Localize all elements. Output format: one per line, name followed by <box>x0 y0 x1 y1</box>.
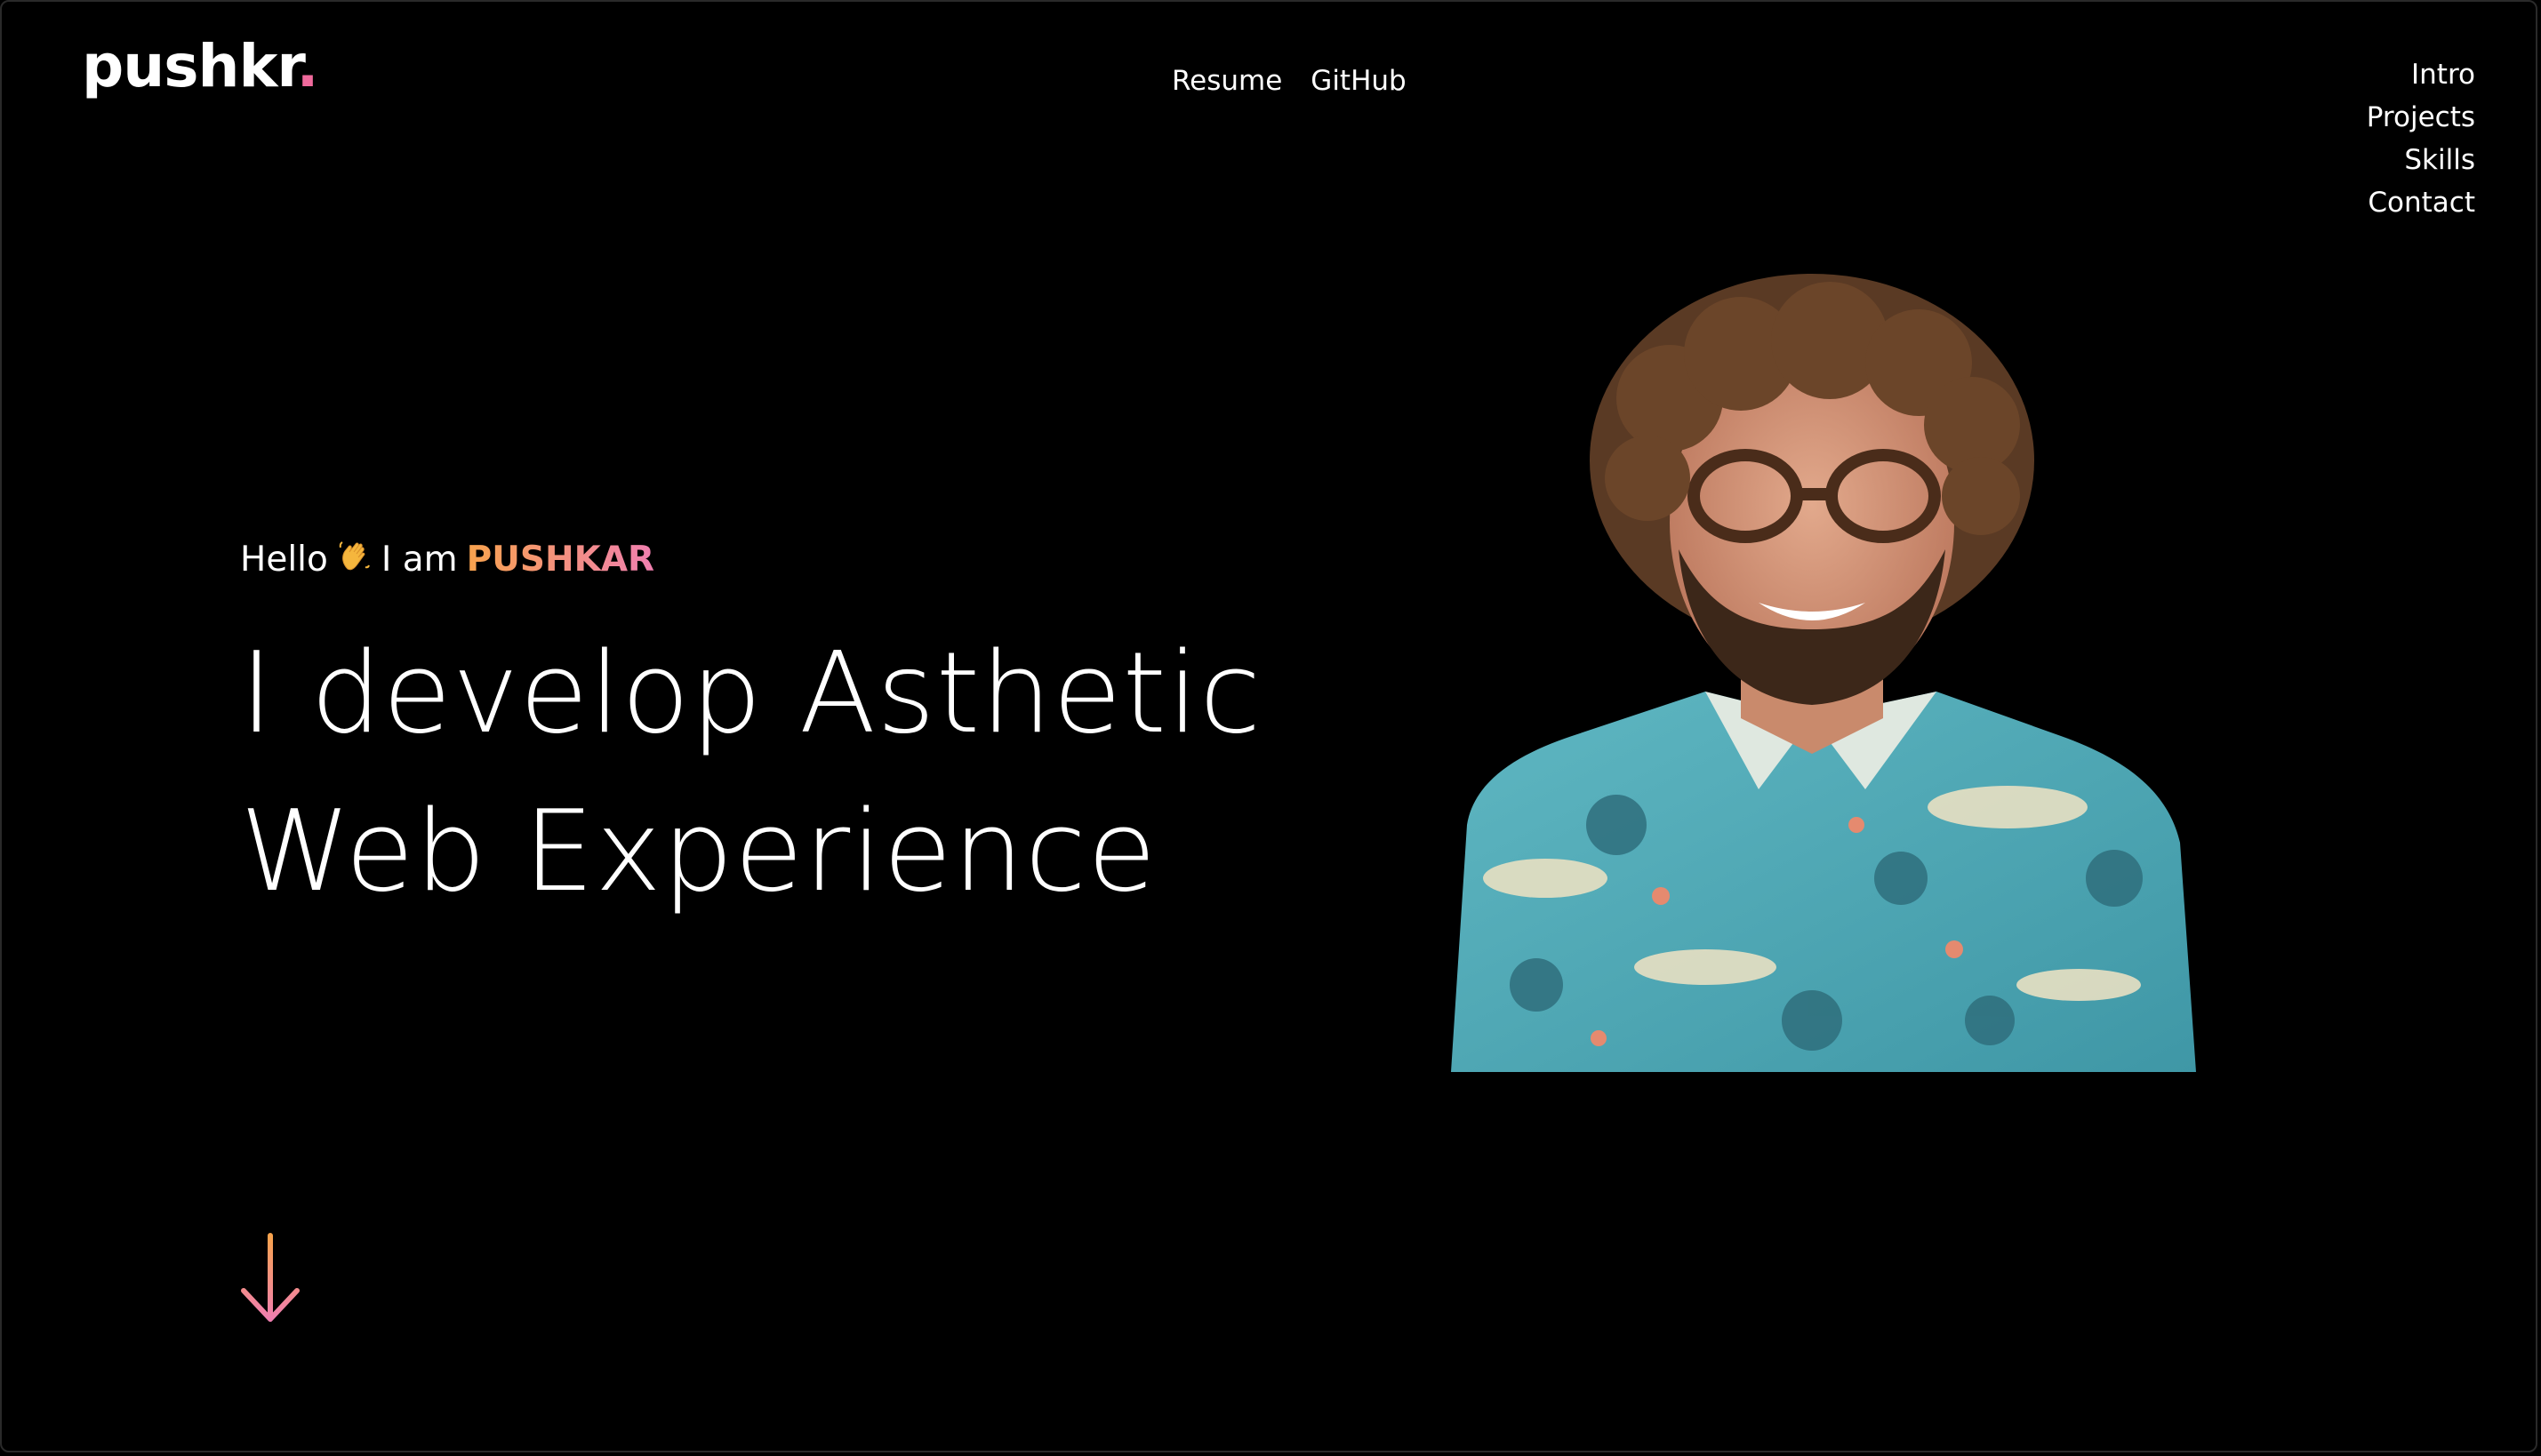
arrow-down-icon[interactable] <box>238 1232 302 1326</box>
nav-contact[interactable]: Contact <box>2368 187 2475 219</box>
greeting-middle: I am <box>381 540 458 580</box>
headline-line-2: Web Experience <box>240 786 1158 916</box>
brand-logo[interactable]: pushkr. <box>82 37 319 96</box>
nav-projects[interactable]: Projects <box>2367 101 2475 133</box>
waving-hand-icon <box>337 539 373 580</box>
top-links: Resume GitHub <box>1172 68 1407 95</box>
headline-line-1: I develop Asthetic <box>240 628 1262 758</box>
github-link[interactable]: GitHub <box>1311 68 1406 95</box>
greeting: Hello I am PUSHKAR <box>240 539 1262 580</box>
section-nav: Intro Projects Skills Contact <box>2367 59 2475 219</box>
hero-section: Hello I am PUSHKAR I develop Asthetic We… <box>240 539 1262 931</box>
brand-dot: . <box>296 32 319 100</box>
hero-name: PUSHKAR <box>466 540 655 580</box>
nav-skills[interactable]: Skills <box>2404 144 2475 176</box>
greeting-prefix: Hello <box>240 540 328 580</box>
profile-photo <box>1451 274 2196 1072</box>
brand-text: pushkr <box>82 32 298 100</box>
resume-link[interactable]: Resume <box>1172 68 1282 95</box>
hero-headline: I develop Asthetic Web Experience <box>240 614 1262 931</box>
nav-intro[interactable]: Intro <box>2411 59 2475 91</box>
